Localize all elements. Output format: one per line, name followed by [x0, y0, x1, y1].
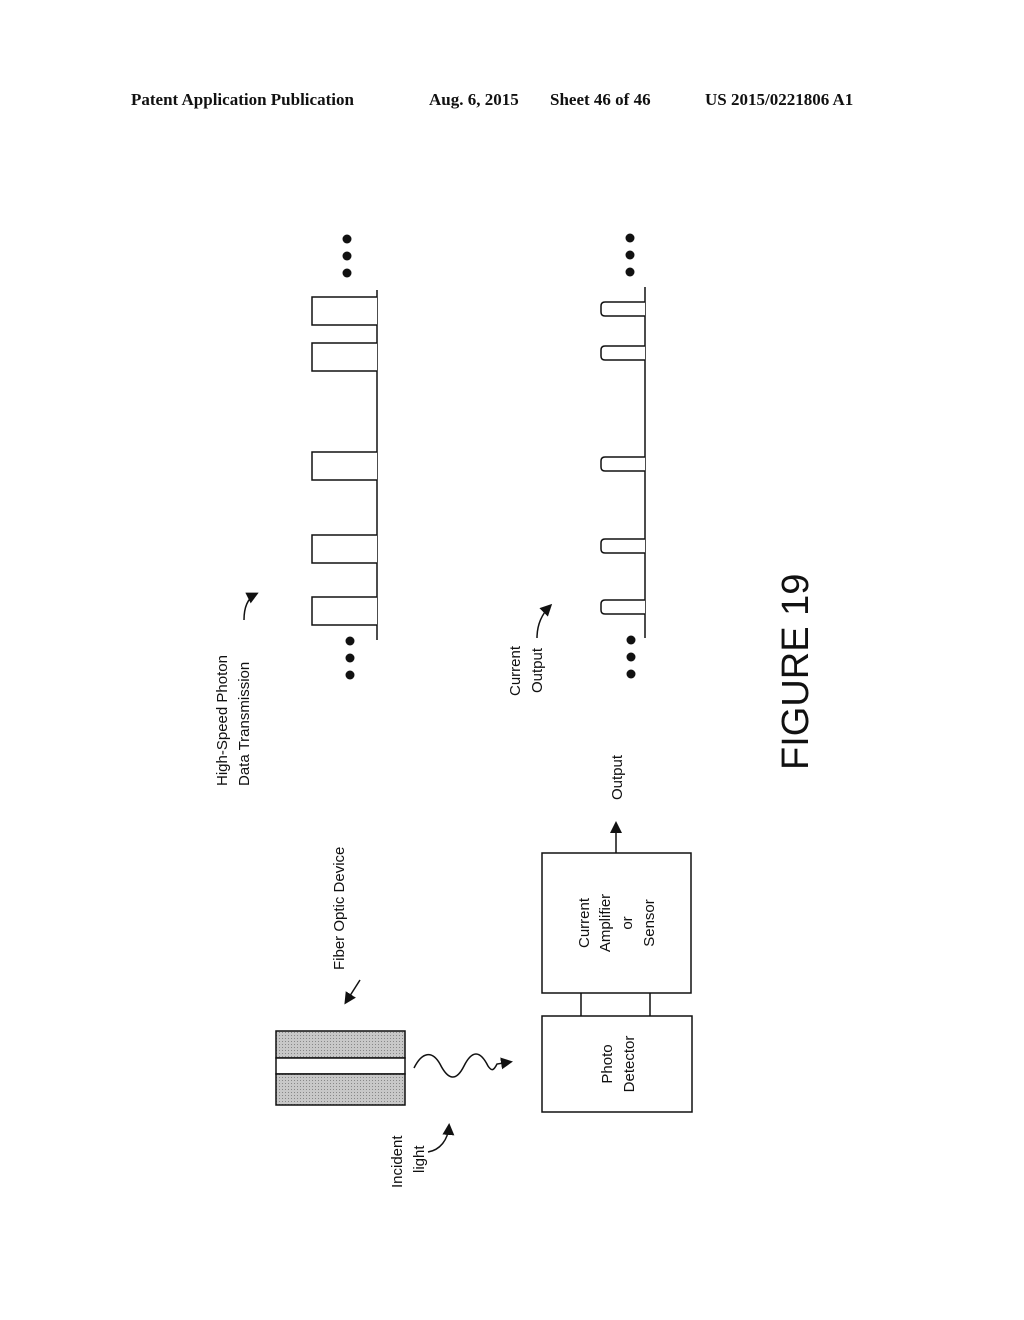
current-output-pulse: [600, 538, 645, 554]
fiber-pointer-arrow: [344, 979, 361, 1005]
transmission-pulse: [311, 296, 377, 326]
current-amplifier-box: [541, 852, 692, 994]
figure-19-diagram: Fiber Optic Device Incident light Photo …: [214, 233, 817, 1188]
current-output-pulse: [600, 599, 645, 615]
fiber-optic-device: [275, 1030, 406, 1106]
transmission-pointer-arrow: [243, 592, 259, 621]
pulse-train-current-output: [600, 287, 646, 638]
current-output-pulse: [600, 301, 645, 317]
current-output-pointer-arrow: [536, 603, 553, 639]
incident-light-label-1: Incident: [389, 1135, 406, 1188]
amplifier-label-3: or: [619, 916, 636, 929]
current-output-label-1: Current: [507, 645, 524, 696]
ellipsis-bottom-end: [626, 635, 636, 679]
amplifier-label-2: Amplifier: [597, 894, 614, 952]
transmission-pulse: [311, 342, 377, 372]
incident-pointer-arrow: [427, 1123, 455, 1153]
current-output-label-2: Output: [529, 647, 546, 693]
fiber-optic-device-label: Fiber Optic Device: [331, 847, 348, 970]
transmission-pulse: [311, 534, 377, 564]
amplifier-label-1: Current: [576, 897, 593, 948]
current-output-pulse: [600, 345, 645, 361]
amplifier-label-4: Sensor: [641, 899, 658, 947]
pulse-train-transmission: [311, 290, 378, 640]
incident-light-label-2: light: [411, 1145, 428, 1173]
photo-detector-label-2: Detector: [621, 1036, 638, 1093]
ellipsis-top-start: [342, 234, 352, 278]
output-label: Output: [609, 754, 626, 800]
current-output-pulse: [600, 456, 645, 472]
transmission-pulse: [311, 596, 377, 626]
photo-detector-box: [541, 1015, 693, 1113]
ellipsis-top-end: [345, 636, 355, 680]
light-wave-arrow: [413, 1053, 513, 1078]
photo-detector-label-1: Photo: [599, 1044, 616, 1083]
transmission-label-2: Data Transmission: [236, 662, 253, 786]
transmission-label-1: High-Speed Photon: [214, 655, 231, 786]
transmission-pulse: [311, 451, 377, 481]
figure-title: FIGURE 19: [775, 574, 817, 770]
ellipsis-bottom-start: [625, 233, 635, 277]
